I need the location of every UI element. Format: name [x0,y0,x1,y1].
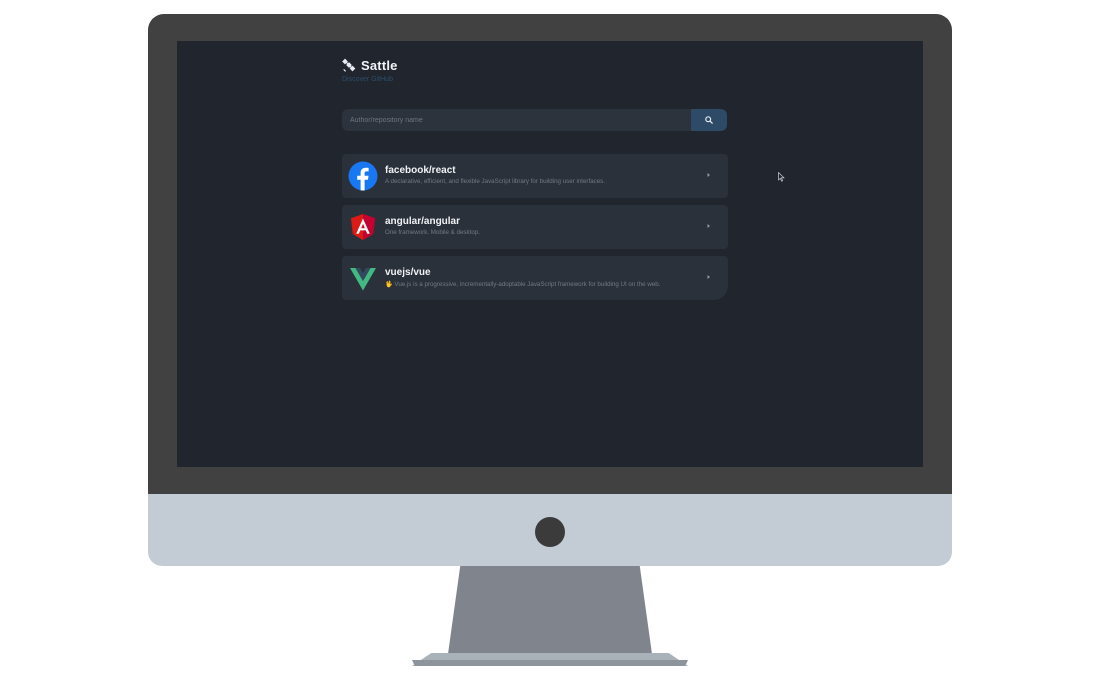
app-screen: Sattle Discover GitHub Author/repository… [177,41,923,467]
app-title: Sattle [361,57,398,73]
monitor-logo-dot [535,517,565,547]
repo-name: vuejs/vue [385,267,431,278]
monitor-base-edge [412,660,688,666]
mouse-cursor-icon [778,172,785,182]
search-input[interactable] [342,109,691,131]
app-tagline: Discover GitHub [342,76,393,83]
repo-name: facebook/react [385,165,456,176]
app-header: Sattle [342,56,727,74]
repo-description: 🖖 Vue.js is a progressive, incrementally… [385,281,661,288]
repository-list: facebook/react A declarative, efficient,… [342,154,728,307]
repo-card-vue[interactable]: vuejs/vue 🖖 Vue.js is a progressive, inc… [342,256,728,300]
monitor-frame: Sattle Discover GitHub Author/repository… [0,0,1100,680]
search-bar [342,109,727,131]
facebook-logo-icon [348,161,378,191]
vue-logo-icon [350,268,376,291]
chevron-right-icon [707,224,710,228]
repo-description: A declarative, efficient, and flexible J… [385,178,605,185]
app-container: Sattle Discover GitHub Author/repository… [342,56,728,300]
repo-description: One framework. Mobile & desktop. [385,229,480,236]
monitor-stand [448,566,652,654]
chevron-right-icon [707,173,710,177]
search-icon [705,116,713,124]
repo-name: angular/angular [385,216,461,227]
search-button[interactable] [691,109,727,131]
repo-card-react[interactable]: facebook/react A declarative, efficient,… [342,154,728,198]
angular-logo-icon [351,214,375,240]
satellite-icon [342,58,356,72]
repo-card-angular[interactable]: angular/angular One framework. Mobile & … [342,205,728,249]
chevron-right-icon [707,275,710,279]
